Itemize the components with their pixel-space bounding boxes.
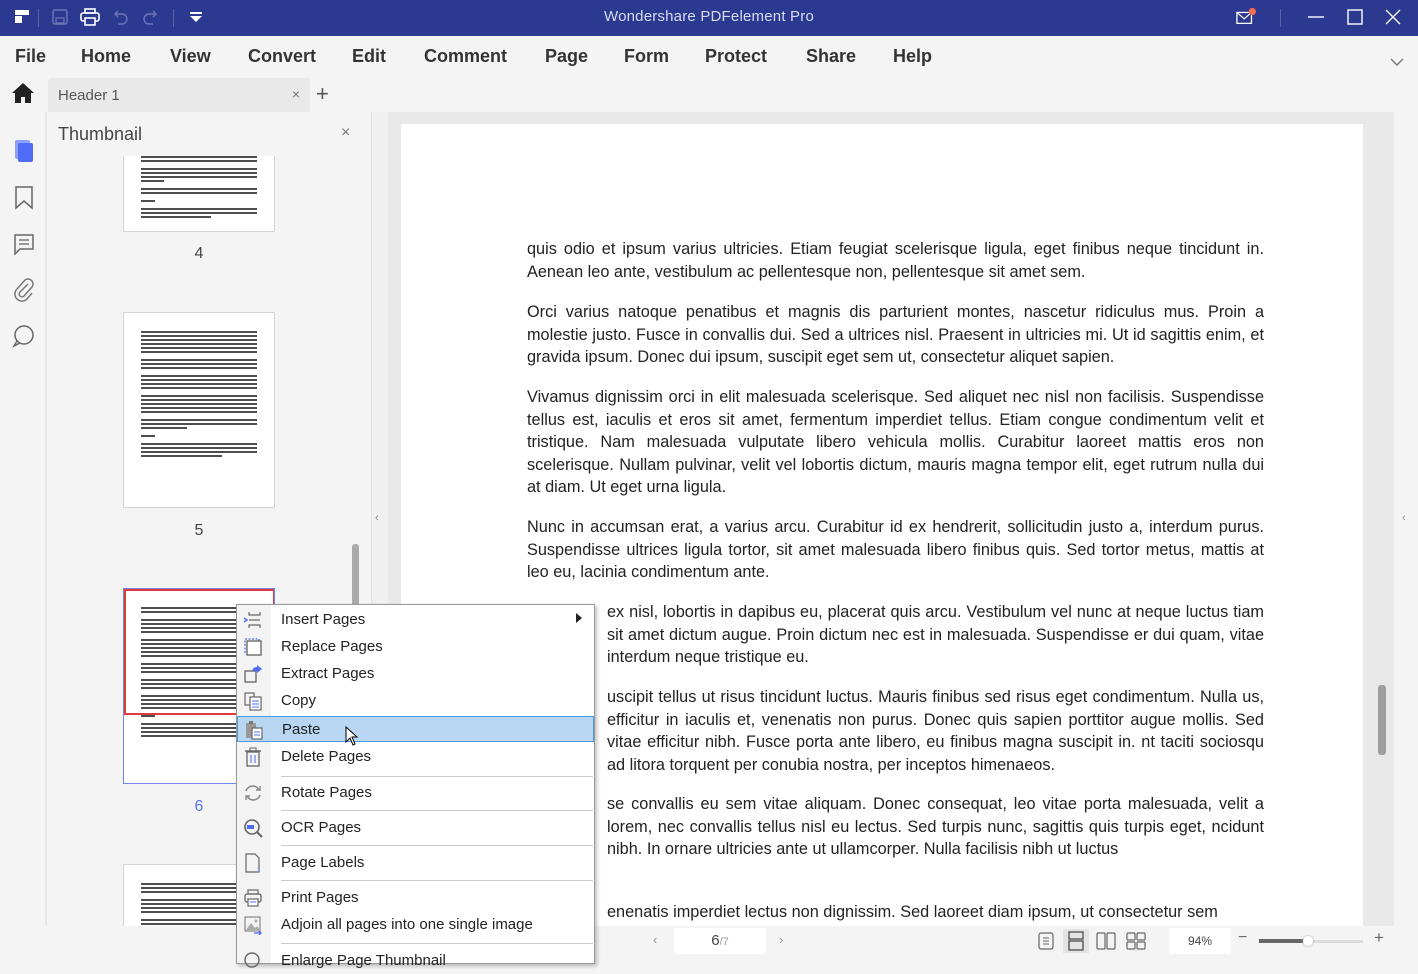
home-icon[interactable] — [11, 82, 35, 109]
thumbnail-page-number: 4 — [194, 245, 204, 262]
paragraph: Orci varius natoque penatibus et magnis … — [527, 303, 1264, 367]
add-tab-button[interactable]: + — [316, 81, 329, 107]
menu-item-rotate-pages[interactable]: Rotate Pages — [237, 780, 594, 806]
tab-bar: Header 1 × + — [0, 76, 1418, 112]
menu-file[interactable]: File — [15, 46, 46, 67]
ocr-pages-icon — [243, 818, 263, 838]
enlarge-thumbnail-icon — [243, 951, 263, 971]
title-bar: Wondershare PDFelement Pro — [0, 0, 1418, 36]
print-pages-icon — [243, 888, 263, 908]
paragraph: quis odio et ipsum varius ultricies. Eti… — [527, 240, 1264, 281]
copy-icon — [243, 691, 263, 711]
paragraph: se convallis eu sem vitae aliquam. Donec… — [607, 795, 1264, 859]
menu-item-enlarge-thumbnail[interactable]: Enlarge Page Thumbnail — [237, 948, 594, 974]
menu-help[interactable]: Help — [893, 46, 932, 67]
minimize-icon[interactable] — [1306, 7, 1326, 27]
menu-convert[interactable]: Convert — [248, 46, 316, 67]
menu-item-extract-pages[interactable]: Extract Pages — [237, 661, 594, 687]
menu-edit[interactable]: Edit — [352, 46, 386, 67]
menu-comment[interactable]: Comment — [424, 46, 507, 67]
comment-icon[interactable] — [11, 231, 37, 257]
extract-pages-icon — [243, 664, 263, 684]
menu-item-ocr-pages[interactable]: OCR Pages — [237, 815, 594, 841]
close-tab-icon[interactable]: × — [292, 86, 300, 102]
mouse-cursor — [345, 725, 359, 751]
zoom-level-input[interactable]: 94% — [1169, 928, 1231, 954]
replace-pages-icon — [243, 637, 263, 657]
thumbnail-icon[interactable] — [11, 138, 37, 164]
expand-right-panel-icon[interactable]: ‹ — [1402, 512, 1406, 524]
total-pages: /7 — [719, 936, 729, 948]
zoom-slider-handle[interactable] — [1302, 936, 1313, 946]
maximize-icon[interactable] — [1345, 7, 1365, 27]
zoom-out-button[interactable]: − — [1238, 929, 1247, 947]
continuous-page-icon[interactable] — [1063, 929, 1089, 953]
bookmark-icon[interactable] — [11, 185, 37, 211]
paste-icon — [244, 720, 264, 740]
insert-pages-icon — [243, 610, 263, 630]
menu-item-paste[interactable]: Paste — [237, 716, 594, 742]
mail-icon[interactable] — [1236, 7, 1256, 27]
paragraph: enenatis imperdiet lectus non dignissim.… — [607, 903, 1218, 921]
search-icon[interactable] — [11, 323, 37, 349]
menu-item-adjoin-pages[interactable]: Adjoin all pages into one single image — [237, 912, 594, 938]
zoom-slider-fill — [1259, 939, 1308, 943]
right-rail: ‹ — [1394, 112, 1418, 926]
close-icon[interactable] — [1383, 7, 1403, 27]
paragraph: Nunc in accumsan erat, a varius arcu. Cu… — [527, 518, 1264, 582]
menu-home[interactable]: Home — [81, 46, 131, 67]
paragraph: ex nisl, lobortis in dapibus eu, placera… — [607, 603, 1264, 667]
menu-item-insert-pages[interactable]: Insert Pages — [237, 607, 594, 633]
menu-protect[interactable]: Protect — [705, 46, 767, 67]
document-tab[interactable]: Header 1 × — [48, 78, 310, 112]
next-page-button[interactable]: › — [779, 932, 783, 947]
menu-view[interactable]: View — [170, 46, 211, 67]
document-scrollbar[interactable] — [1378, 685, 1386, 755]
attachment-icon[interactable] — [11, 277, 37, 303]
delete-pages-icon — [243, 747, 263, 767]
paragraph: Vivamus dignissim orci in elit malesuada… — [527, 388, 1264, 497]
thumbnail-page-number: 5 — [194, 522, 204, 539]
menu-item-replace-pages[interactable]: Replace Pages — [237, 634, 594, 660]
menu-bar: File Home View Convert Edit Comment Page… — [0, 36, 1418, 76]
adjoin-image-icon — [243, 915, 263, 935]
menu-share[interactable]: Share — [806, 46, 856, 67]
paragraph: uscipit tellus ut risus tincidunt luctus… — [607, 688, 1264, 774]
thumbnail-page-4[interactable] — [123, 156, 275, 232]
two-page-continuous-icon[interactable] — [1123, 929, 1149, 953]
page-labels-icon: 1 — [243, 853, 263, 873]
context-menu: Insert Pages Replace Pages Extract Pages… — [236, 604, 595, 969]
panel-close-icon[interactable]: × — [341, 124, 350, 142]
rotate-pages-icon — [243, 783, 263, 803]
prev-page-button[interactable]: ‹ — [653, 932, 657, 947]
menu-item-copy[interactable]: Copy — [237, 688, 594, 714]
submenu-arrow-icon — [576, 613, 582, 623]
thumbnail-page-5[interactable] — [123, 312, 275, 508]
menu-item-print-pages[interactable]: Print Pages — [237, 885, 594, 911]
menu-item-page-labels[interactable]: 1 Page Labels — [237, 850, 594, 876]
window-title: Wondershare PDFelement Pro — [603, 8, 814, 25]
ribbon-collapse-icon[interactable] — [1390, 54, 1404, 72]
two-page-icon[interactable] — [1093, 929, 1119, 953]
menu-form[interactable]: Form — [624, 46, 669, 67]
zoom-slider[interactable] — [1259, 936, 1363, 946]
svg-text:1: 1 — [257, 868, 261, 873]
menu-page[interactable]: Page — [545, 46, 588, 67]
menu-item-delete-pages[interactable]: Delete Pages — [237, 744, 594, 770]
current-page: 6 — [711, 932, 720, 949]
collapse-panel-icon[interactable]: ‹ — [375, 512, 379, 524]
panel-title: Thumbnail — [58, 124, 143, 144]
left-rail — [0, 112, 47, 926]
zoom-in-button[interactable]: + — [1374, 928, 1384, 948]
single-page-icon[interactable] — [1033, 929, 1059, 953]
page-number-input[interactable]: 6/7 — [674, 928, 766, 954]
document-tab-label: Header 1 — [58, 87, 120, 104]
